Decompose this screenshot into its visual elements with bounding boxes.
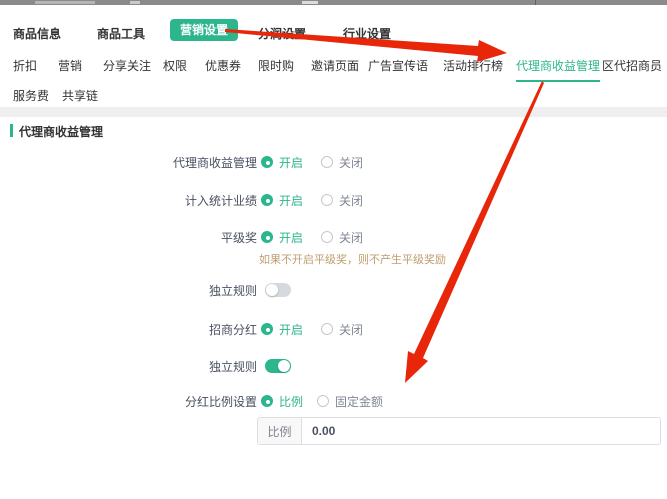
subtab-discount[interactable]: 折扣 (13, 57, 37, 74)
subtab-share-chain[interactable]: 共享链 (62, 87, 98, 104)
ratio-input-prefix: 比例 (258, 418, 302, 444)
subtab-agent-income-management[interactable]: 代理商收益管理 (516, 57, 600, 82)
field-label-recruit-dividend: 招商分红 (209, 321, 257, 338)
radio-on-selected[interactable] (261, 323, 273, 335)
radio-group-peer-bonus: 开启 关闭 (261, 229, 363, 245)
subtab-invite-page[interactable]: 邀请页面 (311, 57, 359, 74)
radio-on-selected[interactable] (261, 231, 273, 243)
radio-label-ratio[interactable]: 比例 (279, 393, 303, 410)
subtab-coupons[interactable]: 优惠券 (205, 57, 241, 74)
switch-row-independent-rule-1 (265, 282, 291, 298)
subtab-flash-sale[interactable]: 限时购 (258, 57, 294, 74)
radio-off[interactable] (321, 323, 333, 335)
chrome-fragment (130, 1, 140, 4)
card-separator (0, 107, 667, 117)
radio-label-fixed-amount[interactable]: 固定金额 (335, 393, 383, 410)
chrome-fragment (302, 1, 318, 4)
tab-marketing-settings[interactable]: 营销设置 (170, 19, 238, 41)
radio-off[interactable] (321, 156, 333, 168)
radio-group-agent-income: 开启 关闭 (261, 154, 363, 170)
field-label-count-performance: 计入统计业绩 (185, 192, 257, 209)
subtab-share-follow[interactable]: 分享关注 (103, 57, 151, 74)
field-label-agent-income: 代理商收益管理 (173, 154, 257, 171)
radio-off[interactable] (321, 194, 333, 206)
field-label-independent-rule-1: 独立规则 (209, 282, 257, 299)
radio-label-off[interactable]: 关闭 (339, 229, 363, 246)
section-title: 代理商收益管理 (19, 123, 103, 140)
subtab-service-fee[interactable]: 服务费 (13, 87, 49, 104)
page: 商品信息 商品工具 营销设置 分润设置 行业设置 折扣 营销 分享关注 权限 优… (0, 0, 667, 499)
radio-on-selected[interactable] (261, 156, 273, 168)
field-label-peer-bonus: 平级奖 (221, 229, 257, 246)
tab-industry-settings[interactable]: 行业设置 (343, 25, 391, 42)
radio-label-off[interactable]: 关闭 (339, 192, 363, 209)
radio-label-off[interactable]: 关闭 (339, 321, 363, 338)
tab-profit-settings[interactable]: 分润设置 (258, 25, 306, 42)
radio-group-recruit-dividend: 开启 关闭 (261, 321, 363, 337)
subtab-district-agent-recruiter[interactable]: 区代招商员 (602, 57, 662, 74)
radio-label-off[interactable]: 关闭 (339, 154, 363, 171)
radio-off[interactable] (321, 231, 333, 243)
tab-product-tools[interactable]: 商品工具 (97, 25, 145, 42)
red-arrow-to-ratio-section (405, 81, 544, 383)
subtab-activity-ranking[interactable]: 活动排行榜 (443, 57, 503, 74)
radio-on-selected[interactable] (261, 194, 273, 206)
section-accent-bar (10, 124, 13, 137)
subtab-marketing[interactable]: 营销 (58, 57, 82, 74)
radio-label-on[interactable]: 开启 (279, 321, 303, 338)
chrome-fragment (535, 0, 536, 5)
browser-chrome-strip (0, 0, 667, 5)
field-label-independent-rule-2: 独立规则 (209, 358, 257, 375)
tab-product-info[interactable]: 商品信息 (13, 25, 61, 42)
ratio-input[interactable] (302, 418, 660, 444)
ratio-input-group: 比例 (257, 417, 661, 445)
radio-ratio-selected[interactable] (261, 395, 273, 407)
field-label-dividend-ratio-setting: 分红比例设置 (185, 393, 257, 410)
radio-fixed-amount[interactable] (317, 395, 329, 407)
radio-group-count-performance: 开启 关闭 (261, 192, 363, 208)
chrome-fragment (35, 1, 95, 4)
radio-label-on[interactable]: 开启 (279, 229, 303, 246)
radio-label-on[interactable]: 开启 (279, 154, 303, 171)
toggle-independent-rule-on[interactable] (265, 359, 291, 373)
switch-row-independent-rule-2 (265, 358, 291, 374)
toggle-independent-rule-off[interactable] (265, 283, 291, 297)
peer-bonus-hint: 如果不开启平级奖，则不产生平级奖励 (259, 251, 446, 267)
radio-group-dividend-ratio: 比例 固定金额 (261, 393, 383, 409)
radio-label-on[interactable]: 开启 (279, 192, 303, 209)
subtab-permissions[interactable]: 权限 (163, 57, 187, 74)
subtab-ad-slogan[interactable]: 广告宣传语 (368, 57, 428, 74)
